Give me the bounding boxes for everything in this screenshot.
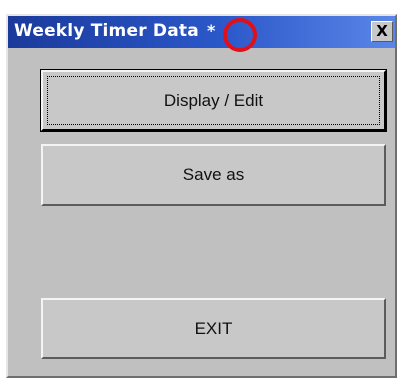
window-title: Weekly Timer Data * xyxy=(14,21,216,41)
save-as-button[interactable]: Save as xyxy=(41,144,386,206)
window-title-label: Weekly Timer Data xyxy=(14,21,199,41)
close-button[interactable]: X xyxy=(371,21,393,42)
display-edit-button[interactable]: Display / Edit xyxy=(40,69,387,132)
title-bar[interactable]: Weekly Timer Data * X xyxy=(8,16,395,48)
close-icon: X xyxy=(376,22,388,40)
unsaved-mark: * xyxy=(207,21,216,40)
save-as-label: Save as xyxy=(182,165,245,184)
exit-button[interactable]: EXIT xyxy=(41,298,386,359)
display-edit-label: Display / Edit xyxy=(163,90,264,110)
exit-label: EXIT xyxy=(194,318,233,338)
weekly-timer-dialog: Weekly Timer Data * X Display / Edit Sav… xyxy=(6,14,397,378)
